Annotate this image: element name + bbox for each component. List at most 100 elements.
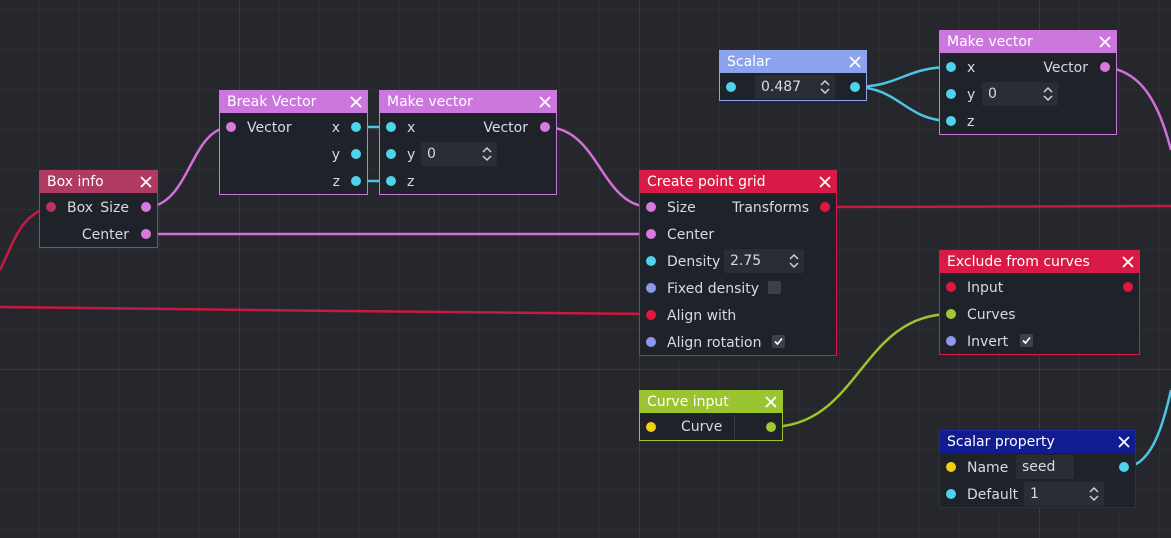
node-header[interactable]: Exclude from curves — [940, 251, 1139, 273]
port-output[interactable] — [1123, 282, 1133, 292]
spin-arrows-icon[interactable] — [481, 146, 493, 162]
port-center-output[interactable] — [141, 229, 151, 239]
wire-vector-to-grid-size — [544, 125, 652, 209]
port-transforms-output[interactable] — [820, 202, 830, 212]
y-value-spinbox[interactable]: 0 — [421, 142, 497, 166]
node-header[interactable]: Make vector — [380, 91, 556, 113]
y-value: 0 — [427, 146, 436, 162]
port-size-input[interactable] — [646, 202, 656, 212]
default-value-spinbox[interactable]: 1 — [1024, 482, 1104, 506]
port-x-input[interactable] — [386, 122, 396, 132]
node-make-vector[interactable]: Make vector x Vector y 0 z — [939, 30, 1117, 135]
close-icon[interactable] — [1098, 35, 1112, 49]
node-scalar-property[interactable]: Scalar property Name seed Default 1 — [939, 430, 1136, 508]
port-label-box: Box — [67, 200, 94, 216]
port-vector-output[interactable] — [540, 122, 550, 132]
port-label-align-with: Align with — [667, 308, 737, 324]
node-header[interactable]: Box info — [40, 171, 157, 193]
port-center-input[interactable] — [646, 229, 656, 239]
property-name-field[interactable]: seed — [1016, 455, 1074, 479]
port-name-input[interactable] — [946, 462, 956, 472]
wire-transforms-out-right — [823, 204, 1171, 209]
spin-arrows-icon[interactable] — [819, 79, 831, 95]
port-x-input[interactable] — [946, 62, 956, 72]
close-icon[interactable] — [349, 95, 363, 109]
close-icon[interactable] — [139, 175, 153, 189]
port-size-output[interactable] — [141, 202, 151, 212]
port-curves-input[interactable] — [946, 309, 956, 319]
node-title: Exclude from curves — [947, 254, 1090, 270]
port-label-input: Input — [967, 280, 1004, 296]
checkmark-icon — [1022, 336, 1031, 345]
curve-name-field[interactable]: Curve — [675, 415, 735, 439]
close-icon[interactable] — [818, 175, 832, 189]
invert-checkbox[interactable] — [1020, 334, 1033, 347]
port-label-y: y — [407, 147, 416, 163]
node-make-vector[interactable]: Make vector x Vector y 0 z — [379, 90, 557, 195]
port-align-rotation-input[interactable] — [646, 337, 656, 347]
port-y-output[interactable] — [351, 149, 361, 159]
port-invert-input[interactable] — [946, 336, 956, 346]
node-header[interactable]: Scalar property — [940, 431, 1135, 453]
port-label-z: z — [332, 174, 340, 190]
node-title: Make vector — [947, 34, 1033, 50]
node-header[interactable]: Break Vector — [220, 91, 367, 113]
port-z-output[interactable] — [351, 176, 361, 186]
port-label-center: Center — [667, 227, 715, 243]
port-density-input[interactable] — [646, 256, 656, 266]
checkmark-icon — [774, 337, 783, 346]
close-icon[interactable] — [1117, 435, 1131, 449]
port-y-input[interactable] — [386, 149, 396, 159]
node-header[interactable]: Scalar — [720, 51, 866, 73]
port-z-input[interactable] — [946, 116, 956, 126]
property-name-value: seed — [1022, 459, 1056, 475]
port-scalar-output[interactable] — [1119, 462, 1129, 472]
port-scalar-input[interactable] — [726, 82, 736, 92]
close-icon[interactable] — [538, 95, 552, 109]
port-box-input[interactable] — [46, 202, 56, 212]
port-y-input[interactable] — [946, 89, 956, 99]
port-label-size: Size — [100, 200, 129, 216]
port-label-vector: Vector — [247, 120, 292, 136]
node-title: Make vector — [387, 94, 473, 110]
node-scalar[interactable]: Scalar 0.487 — [719, 50, 867, 101]
y-value-spinbox[interactable]: 0 — [982, 82, 1058, 106]
port-label-x: x — [331, 120, 340, 136]
port-curve-output[interactable] — [766, 422, 776, 432]
node-header[interactable]: Curve input — [640, 391, 782, 413]
density-value-spinbox[interactable]: 2.75 — [724, 249, 804, 273]
node-header[interactable]: Create point grid — [640, 171, 836, 193]
port-align-with-input[interactable] — [646, 310, 656, 320]
node-break-vector[interactable]: Break Vector Vector x y z — [219, 90, 368, 195]
port-input-input[interactable] — [946, 282, 956, 292]
port-fixed-density-input[interactable] — [646, 283, 656, 293]
port-x-output[interactable] — [351, 122, 361, 132]
fixed-density-checkbox[interactable] — [768, 281, 781, 294]
port-label-name: Name — [967, 460, 1009, 476]
port-vector-input[interactable] — [226, 122, 236, 132]
wire-scalar-to-x — [853, 65, 952, 89]
port-scalar-output[interactable] — [850, 82, 860, 92]
node-box-info[interactable]: Box info Box Size Center — [39, 170, 158, 248]
port-default-input[interactable] — [946, 489, 956, 499]
spin-arrows-icon[interactable] — [1088, 486, 1100, 502]
port-z-input[interactable] — [386, 176, 396, 186]
port-label-y: y — [331, 147, 340, 163]
port-label-align-rotation: Align rotation — [667, 335, 762, 351]
node-create-point-grid[interactable]: Create point grid Size Transforms Center… — [639, 170, 837, 356]
close-icon[interactable] — [1121, 255, 1135, 269]
node-exclude-from-curves[interactable]: Exclude from curves Input Curves Invert — [939, 250, 1140, 355]
close-icon[interactable] — [848, 55, 862, 69]
node-graph-canvas[interactable]: Box info Box Size Center Break Vector Ve… — [0, 0, 1171, 538]
node-header[interactable]: Make vector — [940, 31, 1116, 53]
spin-arrows-icon[interactable] — [1042, 86, 1054, 102]
port-label-center: Center — [81, 227, 129, 243]
node-curve-input[interactable]: Curve input Curve — [639, 390, 783, 441]
close-icon[interactable] — [764, 395, 778, 409]
scalar-value-spinbox[interactable]: 0.487 — [755, 75, 835, 99]
port-label-z: z — [967, 114, 975, 130]
spin-arrows-icon[interactable] — [788, 253, 800, 269]
port-vector-output[interactable] — [1100, 62, 1110, 72]
port-name-input[interactable] — [646, 422, 656, 432]
align-rotation-checkbox[interactable] — [772, 335, 785, 348]
